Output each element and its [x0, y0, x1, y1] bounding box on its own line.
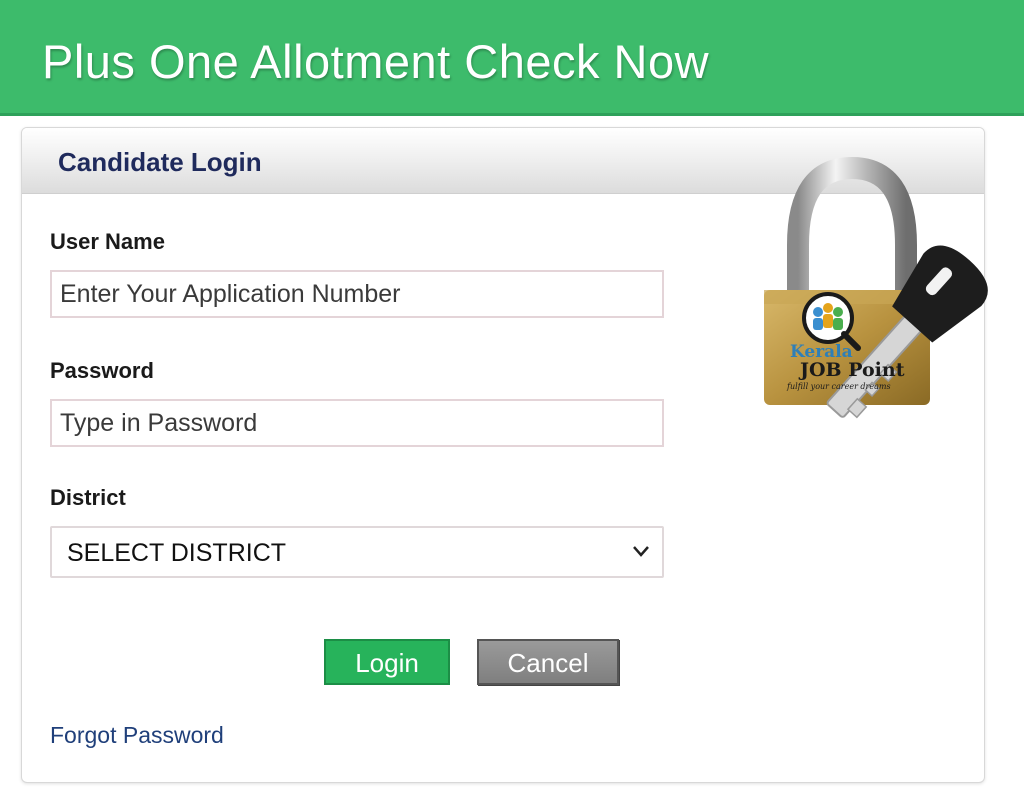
logo-text-jobpoint: JOB Point — [800, 359, 905, 381]
login-button[interactable]: Login — [324, 639, 450, 685]
district-select[interactable]: SELECT DISTRICT — [50, 526, 664, 578]
padlock-key-icon: Kerala JOB Point fulfill your career dre… — [740, 150, 1010, 420]
panel-title: Candidate Login — [58, 147, 262, 177]
chevron-down-icon — [633, 546, 649, 557]
username-label: User Name — [50, 229, 165, 254]
logo-tagline: fulfill your career dreams — [787, 382, 891, 391]
cancel-button[interactable]: Cancel — [477, 639, 619, 685]
banner-title: Plus One Allotment Check Now — [42, 35, 710, 88]
page-banner: Plus One Allotment Check Now — [0, 0, 1024, 116]
district-label: District — [50, 485, 126, 510]
forgot-password-link[interactable]: Forgot Password — [50, 722, 224, 749]
password-input[interactable] — [50, 399, 664, 447]
username-input[interactable] — [50, 270, 664, 318]
district-select-value: SELECT DISTRICT — [67, 539, 287, 567]
password-label: Password — [50, 358, 154, 383]
